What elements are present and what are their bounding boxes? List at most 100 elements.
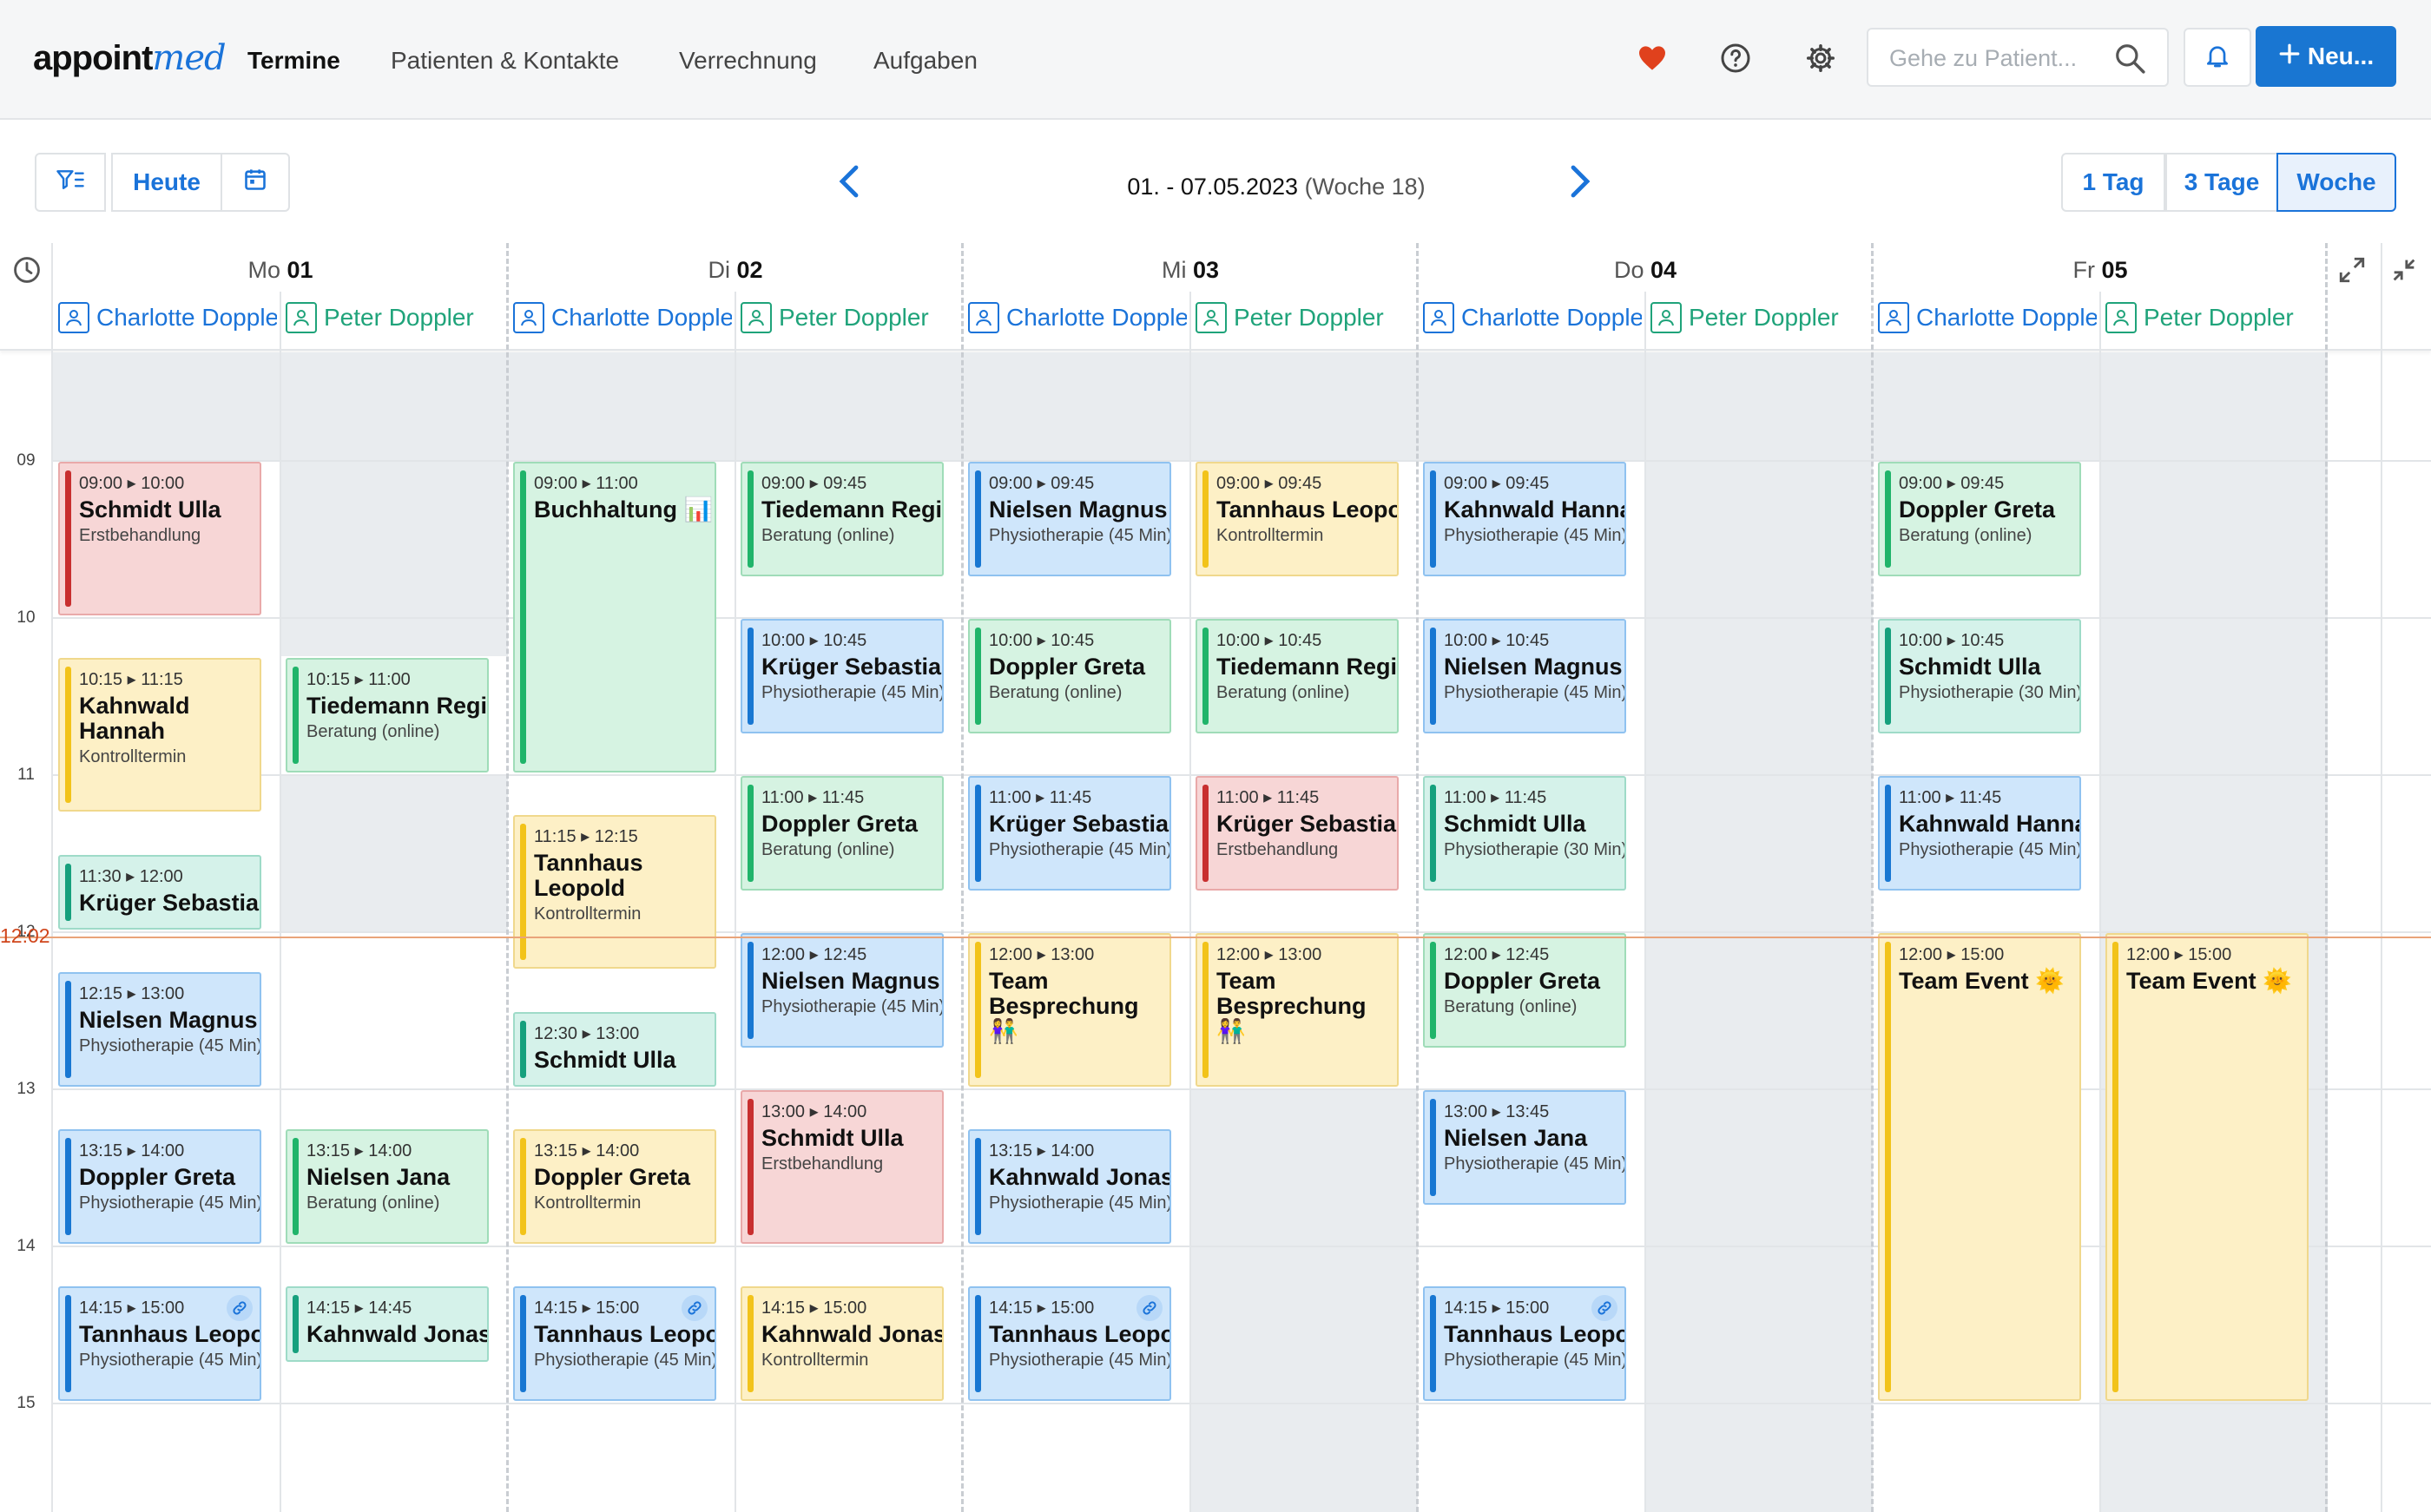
appointment[interactable]: 12:00 ▸ 15:00 Team Event 🌞 [1878, 933, 2081, 1401]
resource-charlotte-doppler[interactable]: Charlotte Doppler [1423, 300, 1642, 335]
search-icon[interactable] [2113, 42, 2146, 79]
appointment-title: Tannhaus Leopold [79, 1321, 260, 1348]
app-logo[interactable]: appointmed [33, 38, 227, 78]
appointment[interactable]: 11:15 ▸ 12:15 Tannhaus Leopold Kontrollter… [513, 815, 716, 970]
resource-charlotte-doppler[interactable]: Charlotte Doppler [968, 300, 1187, 335]
appointment[interactable]: 11:00 ▸ 11:45 Doppler Greta Beratung (onli… [741, 776, 944, 891]
view-3-days[interactable]: 3 Tage [2165, 153, 2278, 212]
appointment[interactable]: 10:00 ▸ 10:45 Schmidt Ulla Physiotherapie … [1878, 619, 2081, 733]
appointment-title: Buchhaltung 📊 [534, 496, 714, 523]
off-hours-area [280, 460, 508, 657]
appointment[interactable]: 10:00 ▸ 10:45 Tiedemann Regina Beratung (o… [1196, 619, 1399, 733]
appointment[interactable]: 09:00 ▸ 11:00 Buchhaltung 📊 [513, 462, 716, 772]
appointment[interactable]: 14:15 ▸ 15:00 Tannhaus Leopold Physiothera… [968, 1286, 1171, 1401]
appointment[interactable]: 09:00 ▸ 09:45 Nielsen Magnus Physiotherapi… [968, 462, 1171, 576]
resource-name: Charlotte Doppler [551, 304, 732, 331]
appointment[interactable]: 11:00 ▸ 11:45 Kahnwald Hannah Physiotherap… [1878, 776, 2081, 891]
appointment-title: Schmidt Ulla [1444, 811, 1586, 837]
appointment[interactable]: 11:30 ▸ 12:00 Krüger Sebastian [58, 854, 261, 930]
appointment[interactable]: 12:00 ▸ 12:45 Doppler Greta Beratung (onli… [1423, 933, 1626, 1048]
appointment[interactable]: 14:15 ▸ 15:00 Tannhaus Leopold Physiothera… [58, 1286, 261, 1401]
appointment[interactable]: 13:15 ▸ 14:00 Doppler Greta Kontrolltermin [513, 1129, 716, 1244]
appointment[interactable]: 10:00 ▸ 10:45 Doppler Greta Beratung (onli… [968, 619, 1171, 733]
next-week-button[interactable] [1563, 161, 1598, 205]
appointment[interactable]: 10:15 ▸ 11:15 Kahnwald Hannah Kontrollterm… [58, 658, 261, 812]
patient-search[interactable]: Gehe zu Patient... [1867, 28, 2169, 87]
date-picker-button[interactable] [222, 153, 290, 212]
view-week[interactable]: Woche [2276, 153, 2396, 212]
resource-peter-doppler[interactable]: Peter Doppler [286, 300, 504, 335]
view-1-day[interactable]: 1 Tag [2061, 153, 2165, 212]
resource-peter-doppler[interactable]: Peter Doppler [1196, 300, 1414, 335]
off-hours-area [1190, 1088, 1418, 1512]
resource-charlotte-doppler[interactable]: Charlotte Doppler [1878, 300, 2097, 335]
appointment-title: Schmidt Ulla [1899, 654, 2041, 680]
appointment[interactable]: 12:00 ▸ 13:00 Team Besprechung 👫 [1196, 933, 1399, 1087]
help-icon[interactable] [1716, 38, 1756, 78]
appointment[interactable]: 13:15 ▸ 14:00 Kahnwald Jonas Physiotherapi… [968, 1129, 1171, 1244]
appointment[interactable]: 12:30 ▸ 13:00 Schmidt Ulla [513, 1011, 716, 1087]
appointment[interactable]: 11:00 ▸ 11:45 Krüger Sebastian Physiothera… [968, 776, 1171, 891]
filter-button[interactable] [35, 153, 106, 212]
appointment[interactable]: 12:15 ▸ 13:00 Nielsen Magnus Physiotherapi… [58, 972, 261, 1087]
notifications-button[interactable] [2184, 28, 2251, 87]
appointment-title: Nielsen Magnus [989, 496, 1168, 523]
appointment[interactable]: 12:00 ▸ 15:00 Team Event 🌞 [2105, 933, 2309, 1401]
resource-charlotte-doppler[interactable]: Charlotte Doppler [58, 300, 277, 335]
appointment-time: 13:00 ▸ 14:00 [761, 1102, 867, 1121]
appointment[interactable]: 09:00 ▸ 10:00 Schmidt Ulla Erstbehandlung [58, 462, 261, 615]
appointment[interactable]: 12:00 ▸ 12:45 Nielsen Magnus Physiotherapi… [741, 933, 944, 1048]
day-header[interactable]: Di 02 [508, 257, 963, 284]
appointment[interactable]: 14:15 ▸ 15:00 Tannhaus Leopold Physiothera… [1423, 1286, 1626, 1401]
appointment[interactable]: 14:15 ▸ 15:00 Kahnwald Jonas Kontrolltermi… [741, 1286, 944, 1401]
appointment[interactable]: 10:00 ▸ 10:45 Krüger Sebastian Physiothera… [741, 619, 944, 733]
nav-patienten-kontakte[interactable]: Patienten & Kontakte [391, 47, 619, 75]
appointment[interactable]: 09:00 ▸ 09:45 Tannhaus Leopold Kontrollter… [1196, 462, 1399, 576]
appointment-type: Beratung (online) [1216, 683, 1350, 702]
appointment-title: Tannhaus Leopold [534, 1321, 715, 1348]
nav-termine[interactable]: Termine [247, 47, 340, 75]
appointment[interactable]: 11:00 ▸ 11:45 Schmidt Ulla Physiotherapie … [1423, 776, 1626, 891]
appointment-time: 14:15 ▸ 14:45 [306, 1298, 412, 1318]
expand-icon[interactable] [2337, 255, 2367, 289]
today-button[interactable]: Heute [111, 153, 222, 212]
previous-week-button[interactable] [832, 161, 866, 205]
appointment-color-bar [293, 667, 299, 764]
resource-peter-doppler[interactable]: Peter Doppler [1650, 300, 1869, 335]
appointment[interactable]: 14:15 ▸ 15:00 Tannhaus Leopold Physiothera… [513, 1286, 716, 1401]
resource-peter-doppler[interactable]: Peter Doppler [2105, 300, 2324, 335]
appointment[interactable]: 14:15 ▸ 14:45 Kahnwald Jonas [286, 1286, 489, 1362]
appointment[interactable]: 13:00 ▸ 13:45 Nielsen Jana Physiotherapie … [1423, 1090, 1626, 1205]
new-button[interactable]: Neu... [2256, 26, 2396, 87]
search-input[interactable]: Gehe zu Patient... [1889, 45, 2077, 72]
nav-verrechnung[interactable]: Verrechnung [679, 47, 817, 75]
appointment-type: Erstbehandlung [1216, 840, 1339, 859]
gear-icon[interactable] [1801, 38, 1841, 78]
appointment[interactable]: 09:00 ▸ 09:45 Kahnwald Hannah Physiotherap… [1423, 462, 1626, 576]
appointment[interactable]: 10:00 ▸ 10:45 Nielsen Magnus Physiotherapi… [1423, 619, 1626, 733]
appointment[interactable]: 13:00 ▸ 14:00 Schmidt Ulla Erstbehandlung [741, 1090, 944, 1244]
resource-peter-doppler[interactable]: Peter Doppler [741, 300, 959, 335]
appointment[interactable]: 10:15 ▸ 11:00 Tiedemann ReginaBeratung (o… [286, 658, 489, 772]
hour-label: 11 [17, 766, 35, 784]
day-header[interactable]: Mi 03 [963, 257, 1418, 284]
appointment[interactable]: 13:15 ▸ 14:00 Doppler Greta Physiotherapie… [58, 1129, 261, 1244]
collapse-icon[interactable] [2389, 255, 2419, 289]
day-header[interactable]: Do 04 [1418, 257, 1873, 284]
appointment-color-bar [520, 1020, 526, 1078]
appointment[interactable]: 12:00 ▸ 13:00 Team Besprechung 👫 [968, 933, 1171, 1087]
appointment[interactable]: 09:00 ▸ 09:45 Tiedemann Regina Beratung (o… [741, 462, 944, 576]
day-header[interactable]: Mo 01 [53, 257, 508, 284]
appointment-title: Team Event 🌞 [1899, 968, 2065, 994]
appointment[interactable]: 11:00 ▸ 11:45 Krüger Sebastian Erstbehandl… [1196, 776, 1399, 891]
appointment-color-bar [975, 470, 981, 568]
heart-icon[interactable] [1632, 38, 1672, 78]
day-header[interactable]: Fr 05 [1873, 257, 2328, 284]
appointment-time: 09:00 ▸ 09:45 [1216, 474, 1322, 493]
plus-icon [2278, 43, 2301, 71]
nav-aufgaben[interactable]: Aufgaben [873, 47, 978, 75]
appointment[interactable]: 13:15 ▸ 14:00 Nielsen Jana Beratung (onlin… [286, 1129, 489, 1244]
resource-charlotte-doppler[interactable]: Charlotte Doppler [513, 300, 732, 335]
appointment[interactable]: 09:00 ▸ 09:45 Doppler Greta Beratung (onli… [1878, 462, 2081, 576]
resource-name: Charlotte Doppler [1006, 304, 1187, 331]
